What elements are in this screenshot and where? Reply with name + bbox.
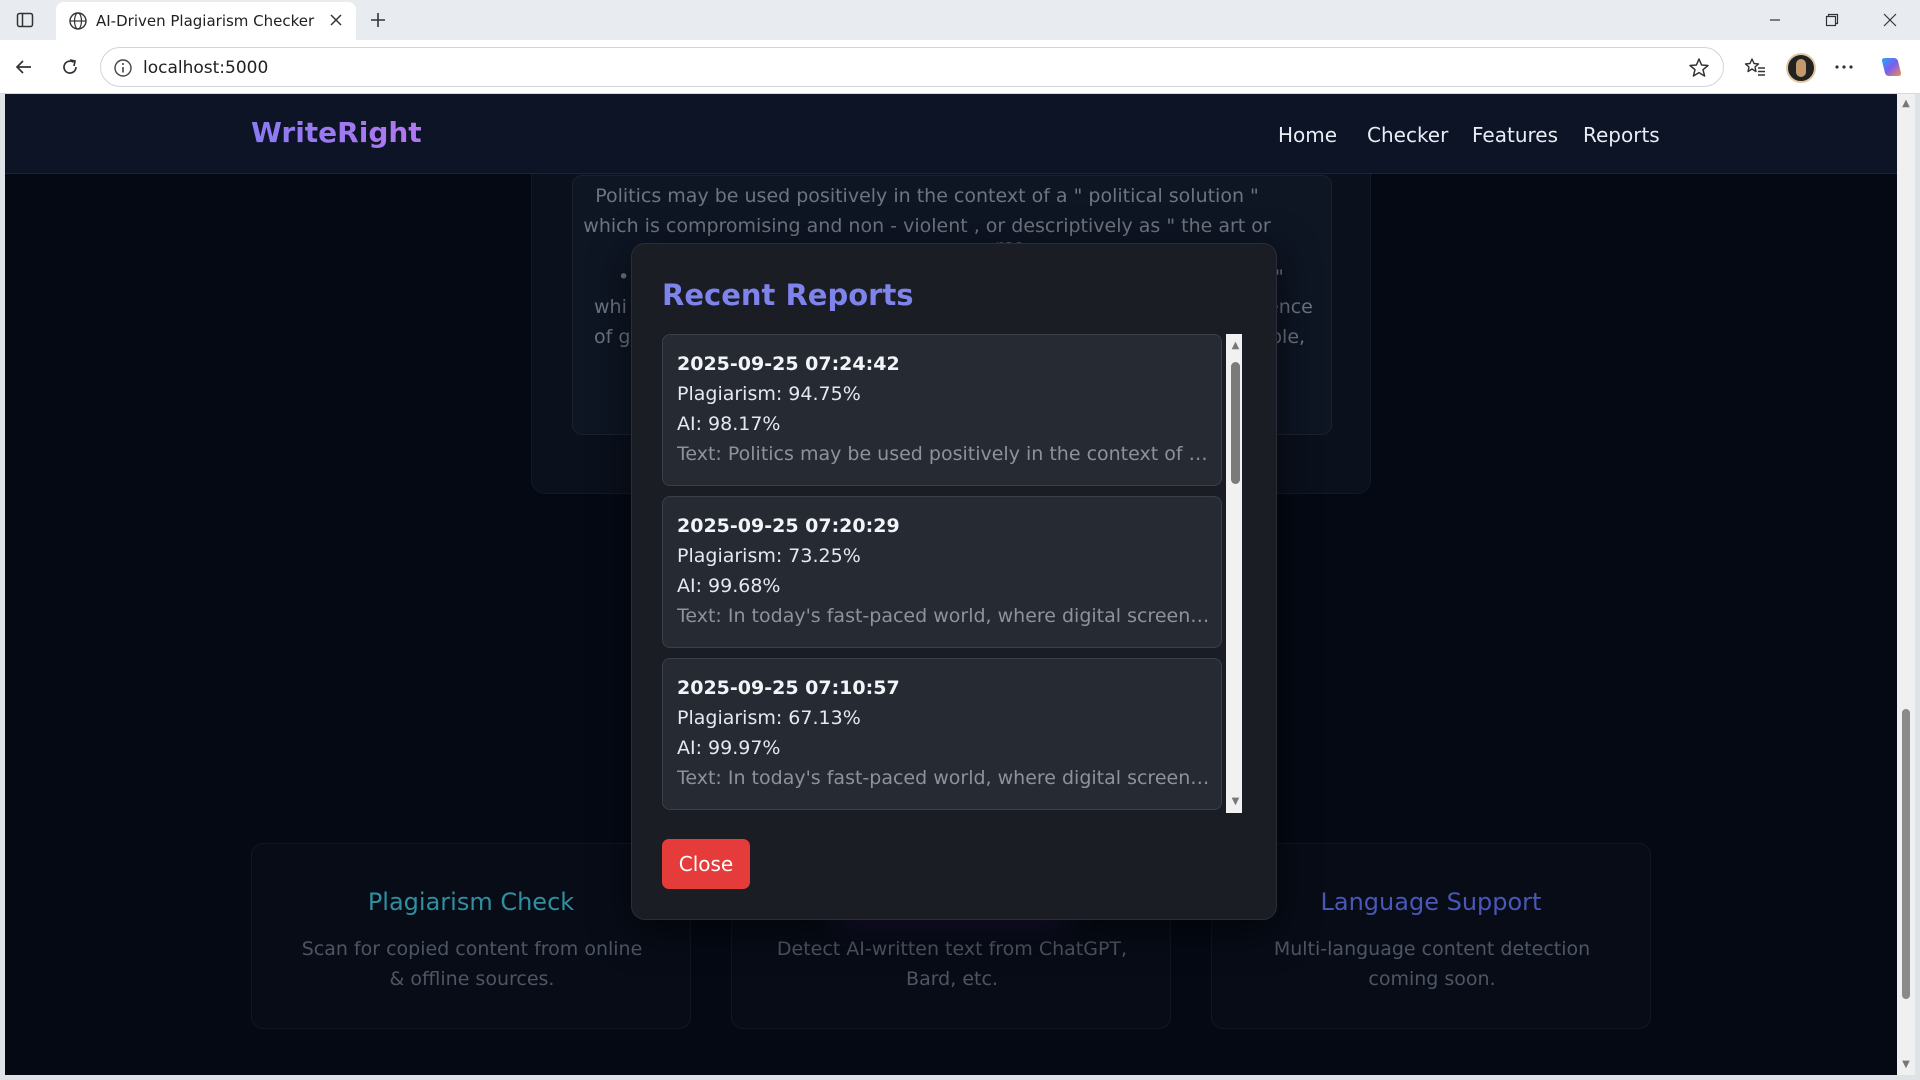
scroll-down-icon[interactable]: ▼ (1900, 1059, 1912, 1071)
plus-icon[interactable] (366, 8, 390, 32)
avatar[interactable] (1786, 53, 1816, 83)
bg-fragment: • (618, 266, 630, 288)
feature-desc: Detect AI-written text from ChatGPT, Bar… (776, 938, 1128, 990)
report-text: Text: In today's fast-paced world, where… (677, 605, 1212, 627)
browser-toolbar: localhost:5000 (0, 40, 1920, 94)
restore-icon[interactable] (1812, 6, 1852, 34)
nav-checker[interactable]: Checker (1367, 123, 1448, 147)
scroll-up-icon[interactable]: ▲ (1900, 98, 1912, 110)
url-text[interactable]: localhost:5000 (143, 58, 268, 78)
browser-tab-bar: AI-Driven Plagiarism Checker (0, 0, 1920, 40)
bg-fragment: whi (594, 296, 627, 318)
report-plagiarism: Plagiarism: 94.75% (677, 383, 861, 405)
report-ai: AI: 99.68% (677, 575, 781, 597)
report-date: 2025-09-25 07:24:42 (677, 353, 900, 375)
tab-title: AI-Driven Plagiarism Checker (96, 12, 315, 30)
nav-features[interactable]: Features (1472, 123, 1558, 147)
report-date: 2025-09-25 07:10:57 (677, 677, 900, 699)
browser-tab[interactable]: AI-Driven Plagiarism Checker (56, 2, 356, 40)
reload-icon[interactable] (56, 53, 84, 81)
report-list[interactable]: 2025-09-25 07:24:42 Plagiarism: 94.75% A… (662, 334, 1242, 813)
copilot-icon[interactable] (1878, 53, 1906, 81)
report-text: Text: In today's fast-paced world, where… (677, 767, 1212, 789)
page-viewport: Politics may be used positively in the c… (5, 94, 1897, 1075)
report-list-scrollbar[interactable]: ▲ ▼ (1226, 334, 1242, 813)
star-icon[interactable] (1687, 56, 1711, 80)
feature-card-language: Language Support Multi-language content … (1211, 843, 1651, 1029)
address-bar[interactable]: localhost:5000 (100, 47, 1724, 87)
report-card[interactable]: 2025-09-25 07:24:42 Plagiarism: 94.75% A… (662, 334, 1222, 486)
window-close-icon[interactable] (1870, 6, 1910, 34)
sidebar-icon[interactable] (14, 9, 36, 31)
back-icon[interactable] (10, 53, 38, 81)
favorites-icon[interactable] (1741, 53, 1769, 81)
feature-desc: Scan for copied content from online & of… (301, 938, 643, 990)
globe-icon (68, 11, 88, 31)
feature-card-plagiarism: Plagiarism Check Scan for copied content… (251, 843, 691, 1029)
minimize-icon[interactable] (1755, 6, 1795, 34)
report-card[interactable]: 2025-09-25 07:20:29 Plagiarism: 73.25% A… (662, 496, 1222, 648)
scroll-down-icon[interactable]: ▼ (1230, 796, 1241, 807)
close-icon[interactable] (326, 10, 346, 30)
page-scrollbar[interactable]: ▲ ▼ (1897, 94, 1915, 1075)
feature-title: Plagiarism Check (367, 888, 575, 916)
scroll-up-icon[interactable]: ▲ (1230, 340, 1241, 351)
report-card[interactable]: 2025-09-25 07:10:57 Plagiarism: 67.13% A… (662, 658, 1222, 810)
nav-home[interactable]: Home (1278, 123, 1337, 147)
site-header: WriteRight Home Checker Features Reports (5, 94, 1897, 174)
nav-reports[interactable]: Reports (1583, 123, 1660, 147)
reports-modal: Recent Reports 2025-09-25 07:24:42 Plagi… (631, 243, 1277, 920)
scroll-thumb[interactable] (1231, 362, 1240, 484)
info-icon[interactable] (113, 58, 133, 78)
feature-desc: Multi-language content detection coming … (1273, 938, 1591, 990)
report-plagiarism: Plagiarism: 73.25% (677, 545, 861, 567)
more-icon[interactable] (1830, 53, 1858, 81)
site-logo[interactable]: WriteRight (251, 116, 422, 149)
page-scroll-thumb[interactable] (1902, 709, 1910, 999)
feature-title: Language Support (1320, 888, 1542, 916)
modal-title: Recent Reports (662, 278, 914, 312)
report-date: 2025-09-25 07:20:29 (677, 515, 900, 537)
report-ai: AI: 98.17% (677, 413, 781, 435)
close-button[interactable]: Close (662, 839, 750, 889)
report-ai: AI: 99.97% (677, 737, 781, 759)
report-text: Text: Politics may be used positively in… (677, 443, 1212, 465)
report-plagiarism: Plagiarism: 67.13% (677, 707, 861, 729)
bg-fragment: of g (594, 326, 631, 348)
